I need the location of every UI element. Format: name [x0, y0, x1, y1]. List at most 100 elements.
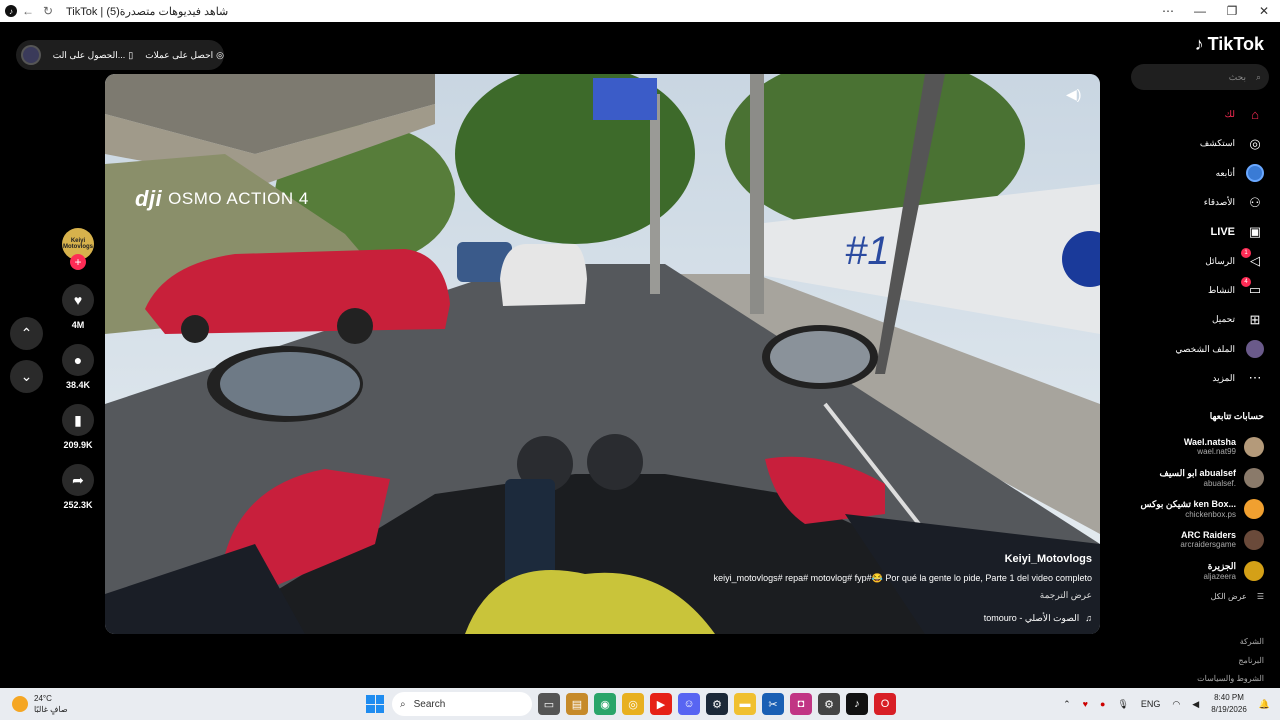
following-avatar-icon [1245, 163, 1265, 183]
restore-button[interactable]: ❐ [1216, 0, 1248, 22]
next-video-button[interactable]: ⌄ [10, 360, 43, 393]
steam-icon[interactable]: ⚙ [706, 693, 728, 715]
notification-icon[interactable]: 🔔 [1259, 699, 1270, 710]
profile-icon [1245, 339, 1265, 359]
file-explorer-icon[interactable]: ▬ [734, 693, 756, 715]
activity-badge: 4 [1241, 277, 1251, 288]
comment-button[interactable]: ● [62, 344, 94, 376]
clock-date: 8/19/2026 [1211, 705, 1247, 714]
wifi-icon[interactable]: ◠ [1172, 699, 1180, 710]
start-button[interactable] [364, 693, 386, 715]
whatsapp-icon[interactable]: ◉ [594, 693, 616, 715]
get-app-link[interactable]: الحصول على الت... ▯ [53, 50, 133, 61]
nav-upload[interactable]: تحميل ⊞ [1125, 305, 1265, 334]
nav-activity[interactable]: النشاط ▭ 4 [1125, 276, 1265, 305]
follow-plus-button[interactable]: + [70, 254, 86, 270]
following-account[interactable]: الجزيرة aljazeera [1124, 555, 1264, 586]
nav-label: استكشف [1199, 138, 1235, 149]
nav-label: أتابعه [1215, 167, 1235, 178]
get-app-label: الحصول على الت... [52, 49, 126, 60]
weather-widget[interactable]: 24°C صافٍ غالبًا [12, 693, 68, 715]
account-avatar [1244, 529, 1264, 550]
save-count: 209.9K [63, 440, 93, 450]
tray-app-icon[interactable]: ♥ [1083, 699, 1088, 709]
video-username[interactable]: Keiyi_Motovlogs [714, 553, 1092, 565]
search-placeholder: بحث [1228, 71, 1246, 82]
reload-icon[interactable]: ↻ [38, 1, 58, 21]
get-coins-link[interactable]: احصل على عملات ◎ [145, 50, 224, 61]
tray-overflow-icon[interactable]: ⌃ [1063, 699, 1071, 710]
account-avatar [1244, 498, 1264, 519]
messages-icon: ◁ 1 [1241, 248, 1265, 271]
minimize-button[interactable]: — [1184, 0, 1216, 22]
user-avatar[interactable] [21, 45, 41, 65]
nav-label: الرسائل [1205, 255, 1235, 266]
share-button[interactable]: ➦ [62, 464, 94, 496]
nav-label: لك [1224, 109, 1235, 120]
more-options-icon[interactable]: ⋯ [1152, 0, 1184, 22]
nav-explore[interactable]: استكشف ◎ [1125, 129, 1265, 158]
nav-friends[interactable]: الأصدقاء ⚇ [1125, 188, 1265, 217]
mic-icon[interactable]: 🎙 [1117, 699, 1128, 710]
nav-label: تحميل [1211, 314, 1235, 325]
like-button[interactable]: ♥ [62, 284, 94, 316]
account-name: ARC Raiders [1180, 530, 1236, 540]
instagram-icon[interactable]: ◘ [790, 693, 812, 715]
language-indicator[interactable]: ENG [1141, 699, 1161, 709]
mute-toggle-icon[interactable]: ◀) [1066, 86, 1088, 108]
opera-icon[interactable]: O [874, 693, 896, 715]
upload-icon: ⊞ [1249, 311, 1261, 327]
following-account[interactable]: Wael.natsha wael.nat99 [1124, 431, 1264, 462]
tiktok-app-icon[interactable]: ♪ [846, 693, 868, 715]
taskbar-search[interactable]: ⌕ Search [392, 692, 532, 716]
tiktok-logo[interactable]: ♪ TikTok [1195, 34, 1264, 55]
search-icon: ⌕ [400, 698, 406, 710]
taskbar-search-label: Search [413, 698, 446, 710]
see-all-link[interactable]: عرض الكل ☰ [1211, 592, 1264, 601]
following-list: Wael.natsha wael.nat99 ابو السيف abualsef… [1124, 431, 1264, 586]
previous-video-button[interactable]: ⌃ [10, 317, 43, 350]
nav-following[interactable]: أتابعه [1125, 159, 1265, 188]
weather-temp: 24°C [34, 694, 52, 703]
account-handle: chickenbox.ps [1185, 509, 1236, 519]
video-player[interactable]: #1 dji OSMO ACTION 4 ◀) Keiyi_Motovlogs … [105, 74, 1100, 634]
weather-condition: صافٍ غالبًا [34, 705, 68, 714]
following-account[interactable]: ابو السيف abualsef abualsef. [1124, 462, 1264, 493]
nav-more[interactable]: المزيد ⋯ [1125, 364, 1265, 393]
nav-for-you[interactable]: لك ⌂ [1125, 100, 1265, 129]
account-handle: wael.nat99 [1197, 447, 1236, 456]
nav-profile[interactable]: الملف الشخصي [1125, 334, 1265, 363]
settings-icon[interactable]: ⚙ [818, 693, 840, 715]
brand-watermark: dji OSMO ACTION 4 [135, 186, 309, 212]
brand-text: OSMO ACTION 4 [168, 189, 309, 208]
chrome-icon[interactable]: ◎ [622, 693, 644, 715]
see-translation-link[interactable]: عرض الترجمة [714, 590, 1092, 601]
music-link[interactable]: tomouro - الصوت الأصلي ♫ [714, 613, 1092, 624]
footer-terms-link[interactable]: الشروط والسياسات [1197, 670, 1264, 689]
nav-messages[interactable]: الرسائل ◁ 1 [1125, 246, 1265, 275]
share-count: 252.3K [63, 500, 93, 510]
compass-icon: ◎ [1249, 135, 1261, 151]
video-frame: #1 [105, 74, 1100, 634]
capcut-icon[interactable]: ✂ [762, 693, 784, 715]
tray-app-icon-2[interactable]: ● [1100, 699, 1105, 709]
task-view-icon[interactable]: ▭ [538, 693, 560, 715]
youtube-icon[interactable]: ▶ [650, 693, 672, 715]
tiktok-favicon-icon: ♪ [4, 4, 18, 18]
footer-program-link[interactable]: البرنامج [1197, 652, 1264, 671]
footer-company-link[interactable]: الشركة [1197, 633, 1264, 652]
video-description: keiyi_motovlogs# repa# motovlog# fyp#😂 P… [713, 573, 1092, 583]
discord-icon[interactable]: ☺ [678, 693, 700, 715]
save-button[interactable]: ▮ [62, 404, 94, 436]
clock[interactable]: 8:40 PM 8/19/2026 [1211, 692, 1247, 716]
search-input[interactable]: بحث ⌕ [1131, 64, 1269, 90]
back-icon[interactable]: ← [18, 1, 38, 21]
following-account[interactable]: ARC Raiders arcraidersgame [1124, 524, 1264, 555]
nav-live[interactable]: LIVE ▣ [1125, 217, 1265, 246]
close-button[interactable]: ✕ [1248, 0, 1280, 22]
volume-icon[interactable]: ◀ [1192, 699, 1199, 710]
store-icon[interactable]: ▤ [566, 693, 588, 715]
following-account[interactable]: تشيكن بوكس ken Box... chickenbox.ps [1124, 493, 1264, 524]
account-name: تشيكن بوكس ken Box... [1140, 498, 1237, 509]
phone-icon: ▯ [128, 49, 134, 60]
